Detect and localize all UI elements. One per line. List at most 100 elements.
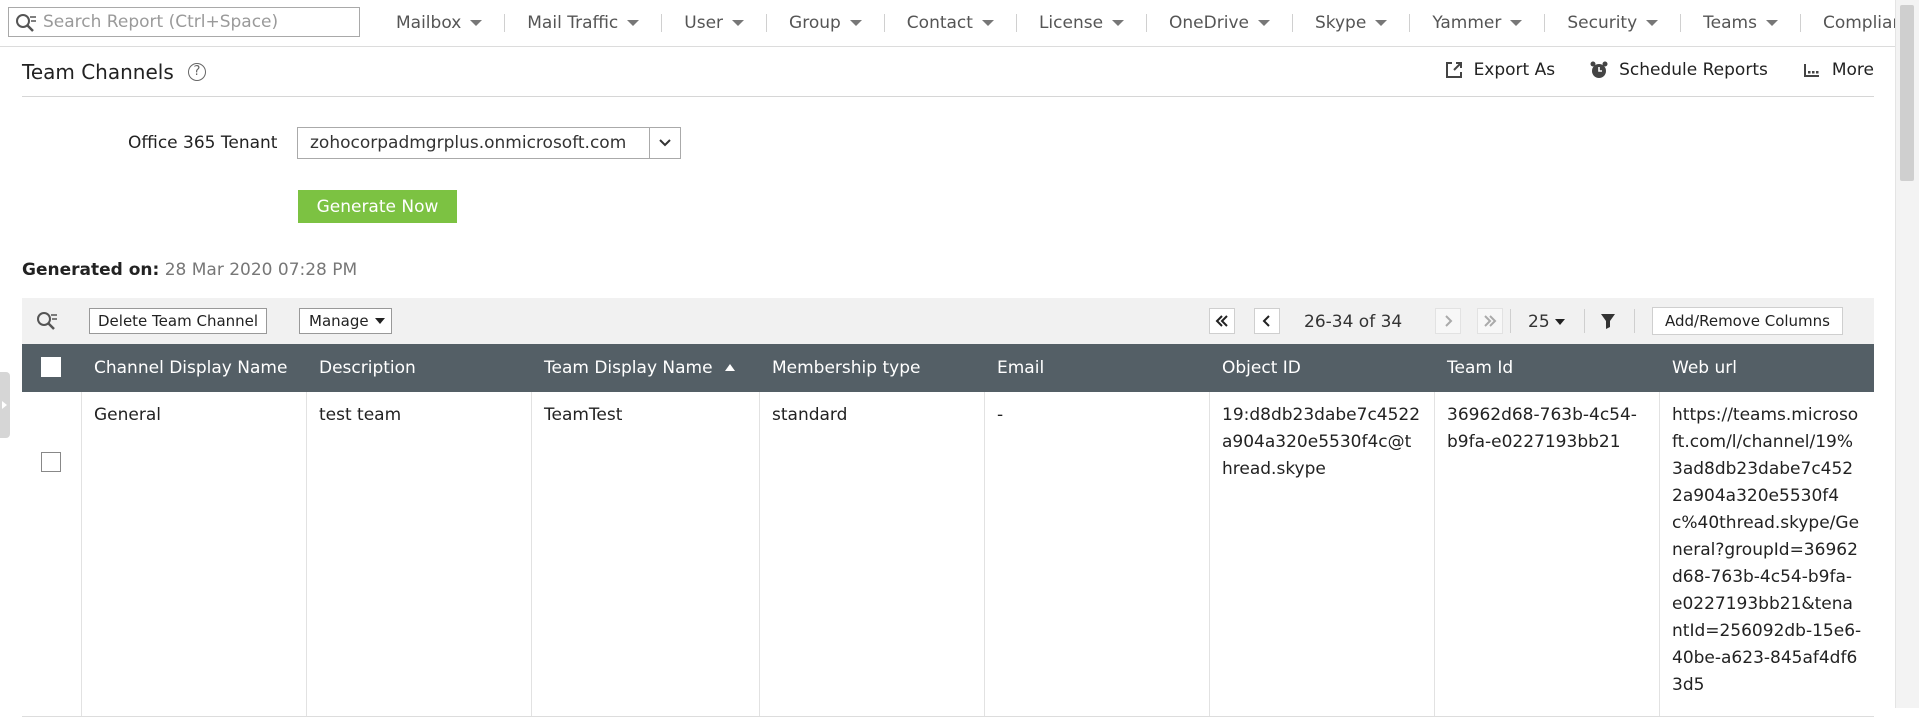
tenant-dropdown-toggle[interactable] — [649, 128, 680, 158]
menu-label: Complian — [1822, 13, 1896, 33]
first-page-button[interactable] — [1209, 308, 1235, 334]
menu-skype[interactable]: Skype — [1293, 13, 1411, 33]
column-header-team-id[interactable]: Team Id — [1435, 344, 1660, 392]
grid-search-button[interactable] — [36, 311, 58, 335]
column-header-email[interactable]: Email — [985, 344, 1210, 392]
caret-down-icon — [849, 20, 862, 26]
caret-down-icon — [1554, 319, 1565, 325]
column-header-description[interactable]: Description — [307, 344, 532, 392]
cell-team-id: 36962d68-763b-4c54-b9fa-e0227193bb21 — [1435, 392, 1660, 716]
report-search[interactable] — [8, 7, 360, 37]
previous-page-button[interactable] — [1254, 308, 1280, 334]
page-size-select[interactable]: 25 — [1528, 312, 1565, 332]
toolbar-divider — [1634, 309, 1635, 333]
column-header-channel-display-name[interactable]: Channel Display Name — [82, 344, 307, 392]
cell-web-url: https://teams.microsoft.com/l/channel/19… — [1672, 405, 1862, 695]
select-all-checkbox[interactable] — [41, 357, 61, 377]
generate-now-button[interactable]: Generate Now — [298, 190, 457, 223]
tenant-label: Office 365 Tenant — [128, 133, 278, 153]
caret-down-icon — [470, 20, 483, 26]
search-icon — [16, 14, 36, 32]
toolbar-divider — [1510, 309, 1511, 333]
menu-compliance[interactable]: Complian — [1801, 13, 1896, 33]
generated-on: Generated on: 28 Mar 2020 07:28 PM — [22, 260, 357, 280]
table-row: General test team TeamTest standard - 19… — [22, 392, 1874, 717]
last-page-button[interactable] — [1477, 308, 1503, 334]
double-chevron-right-icon — [1484, 315, 1497, 327]
menu-label: Security — [1567, 13, 1638, 33]
menu-user[interactable]: User — [662, 13, 768, 33]
page-title: Team Channels — [22, 60, 174, 84]
more-button[interactable]: More — [1802, 60, 1874, 80]
next-page-button[interactable] — [1435, 308, 1461, 334]
export-as-label: Export As — [1473, 60, 1556, 80]
schedule-reports-button[interactable]: Schedule Reports — [1589, 60, 1768, 80]
toolbar-divider — [1584, 309, 1585, 333]
table-header: Channel Display Name Description Team Di… — [22, 344, 1874, 392]
schedule-reports-label: Schedule Reports — [1619, 60, 1768, 80]
menu-label: OneDrive — [1169, 13, 1249, 33]
cell-membership-type: standard — [760, 392, 985, 716]
cell-team-display-name: TeamTest — [532, 392, 760, 716]
add-remove-columns-button[interactable]: Add/Remove Columns — [1652, 307, 1843, 335]
row-select-cell — [22, 392, 82, 716]
manage-dropdown[interactable]: Manage — [299, 308, 392, 334]
menu-label: Mail Traffic — [527, 13, 619, 33]
export-as-button[interactable]: Export As — [1444, 60, 1556, 80]
help-icon[interactable]: ? — [188, 63, 206, 81]
row-checkbox[interactable] — [41, 452, 61, 472]
export-icon — [1445, 62, 1462, 78]
menu-label: Mailbox — [396, 13, 462, 33]
caret-down-icon — [374, 318, 385, 324]
generated-on-value: 28 Mar 2020 07:28 PM — [164, 260, 358, 280]
report-title-bar: Team Channels ? Export As Schedule Repor… — [22, 52, 1874, 97]
menu-label: Yammer — [1432, 13, 1502, 33]
column-header-web-url[interactable]: Web url — [1660, 344, 1874, 392]
chevron-down-icon — [659, 139, 671, 147]
cell-description: test team — [307, 392, 532, 716]
header-select-cell — [22, 344, 82, 392]
menu-security[interactable]: Security — [1545, 13, 1682, 33]
menu-license[interactable]: License — [1017, 13, 1148, 33]
delete-team-channel-button[interactable]: Delete Team Channel — [89, 308, 268, 334]
menu-label: User — [684, 13, 724, 33]
menu-mailbox[interactable]: Mailbox — [374, 13, 506, 33]
grid-toolbar: Delete Team Channel Manage 26-34 of 34 2… — [22, 298, 1874, 344]
side-panel-toggle[interactable] — [0, 372, 10, 438]
menu-label: Contact — [906, 13, 973, 33]
filter-button[interactable] — [1600, 313, 1616, 333]
team-channels-table: Channel Display Name Description Team Di… — [22, 344, 1874, 717]
menu-teams[interactable]: Teams — [1681, 13, 1801, 33]
column-header-object-id[interactable]: Object ID — [1210, 344, 1435, 392]
menu-label: Skype — [1314, 13, 1367, 33]
sort-ascending-icon — [724, 364, 735, 371]
manage-label: Manage — [309, 312, 369, 330]
column-header-label: Team Display Name — [544, 358, 713, 378]
search-input[interactable] — [43, 10, 353, 34]
chevron-left-icon — [1262, 315, 1270, 327]
chevron-right-icon — [1445, 315, 1453, 327]
menu-group[interactable]: Group — [767, 13, 885, 33]
menu-contact[interactable]: Contact — [885, 13, 1017, 33]
menu-label: Teams — [1703, 13, 1757, 33]
search-icon — [37, 312, 57, 330]
tenant-select-value: zohocorpadmgrplus.onmicrosoft.com — [310, 133, 627, 153]
column-header-team-display-name[interactable]: Team Display Name — [532, 344, 760, 392]
top-navigation: Mailbox Mail Traffic User Group Contact … — [0, 0, 1896, 47]
filter-icon — [1601, 314, 1615, 329]
caret-down-icon — [627, 20, 640, 26]
cell-email: - — [985, 392, 1210, 716]
caret-down-icon — [732, 20, 745, 26]
menu-onedrive[interactable]: OneDrive — [1147, 13, 1293, 33]
menu-mail-traffic[interactable]: Mail Traffic — [505, 13, 663, 33]
vertical-scrollbar[interactable] — [1895, 0, 1919, 708]
caret-down-icon — [1112, 20, 1125, 26]
menu-yammer[interactable]: Yammer — [1410, 13, 1546, 33]
scrollbar-thumb[interactable] — [1900, 5, 1914, 181]
pagination-status: 26-34 of 34 — [1304, 312, 1403, 332]
caret-down-icon — [1375, 20, 1388, 26]
tenant-select[interactable]: zohocorpadmgrplus.onmicrosoft.com — [297, 127, 681, 159]
caret-down-icon — [981, 20, 994, 26]
menu-label: License — [1038, 13, 1104, 33]
column-header-membership-type[interactable]: Membership type — [760, 344, 985, 392]
